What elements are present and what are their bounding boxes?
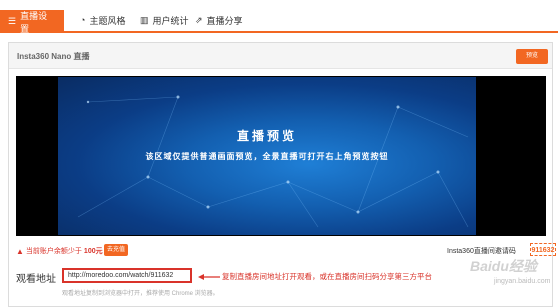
warning-icon: ▲ [16, 246, 24, 256]
tab-label: 用户统计 [152, 16, 189, 26]
top-tab-bar: ☰ 直播设置 ◔ 主题风格 ▥ 用户统计 ⇗ 直播分享 [0, 0, 558, 34]
palette-icon: ◔ [80, 15, 86, 25]
tab-label: 主题风格 [89, 16, 126, 26]
balance-warning: ▲ 当前账户余额少于 100元 [16, 246, 103, 256]
tab-label: 直播分享 [206, 16, 243, 26]
baidu-watermark: Baidu经验 jingyan.baidu.com [470, 256, 550, 296]
room-code-label: Insta360直播间邀请码 [447, 248, 516, 255]
tab-live-settings[interactable]: ☰ 直播设置 [0, 10, 64, 34]
share-icon: ⇗ [195, 15, 203, 25]
watch-address-label: 观看地址 [16, 274, 56, 285]
bar-chart-icon: ▥ [140, 15, 149, 25]
preview-button[interactable]: 预览 [516, 49, 548, 64]
panel-title: Insta360 Nano 直播 [17, 52, 90, 61]
preview-background: 直播预览 该区域仅提供普通画面预览，全景直播可打开右上角预览按钮 [58, 77, 476, 235]
warning-amount: 100元 [83, 248, 103, 255]
preview-subtitle: 该区域仅提供普通画面预览，全景直播可打开右上角预览按钮 [145, 152, 389, 161]
annotation-text: 复制直播房间地址打开观看，或在直播房间扫码分享第三方平台 [222, 272, 432, 281]
video-preview-area: 直播预览 该区域仅提供普通画面预览，全景直播可打开右上角预览按钮 [16, 76, 546, 236]
panel-header: Insta360 Nano 直播 预览 [9, 43, 552, 69]
tab-live-share[interactable]: ⇗ 直播分享 [187, 8, 251, 33]
recharge-button[interactable]: 去充值 [104, 244, 128, 256]
preview-title: 直播预览 [236, 129, 297, 143]
tab-label: 直播设置 [20, 10, 48, 34]
watch-hint: 观看地址复制到浏览器中打开，推荐使用 Chrome 浏览器。 [62, 291, 219, 297]
warning-text: 当前账户余额少于 [25, 248, 82, 255]
tab-theme-style[interactable]: ◔ 主题风格 [72, 8, 133, 33]
watermark-brand: Baidu经验 [470, 258, 537, 274]
sliders-icon: ☰ [8, 16, 17, 26]
watermark-sub: jingyan.baidu.com [494, 278, 551, 285]
watch-url-field[interactable]: http://moredoo.com/watch/911632 [62, 268, 192, 283]
room-code-value[interactable]: 911632 [530, 243, 556, 256]
arrow-left-icon [198, 274, 220, 280]
